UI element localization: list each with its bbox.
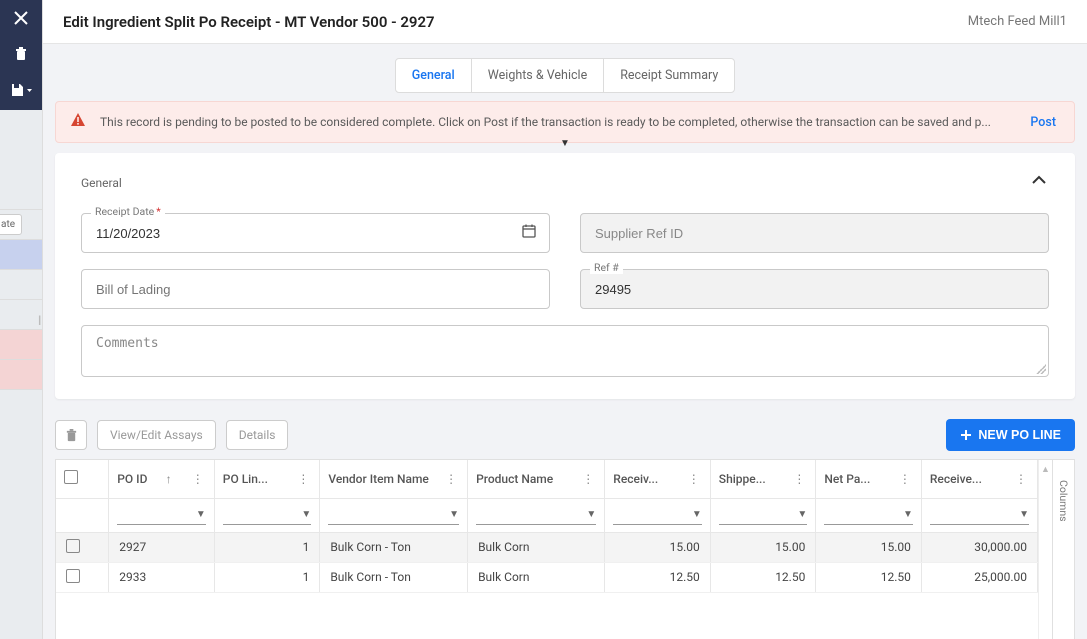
delete-icon[interactable] <box>0 36 42 72</box>
cell-prod: Bulk Corn <box>468 532 605 562</box>
panel-drag-handle[interactable]: || <box>38 313 39 326</box>
filter-vitem[interactable]: ▼ <box>328 505 459 525</box>
table-row[interactable]: 2927 1 Bulk Corn - Ton Bulk Corn 15.00 1… <box>56 532 1038 562</box>
filter-dropdown-icon[interactable]: ▼ <box>1019 509 1029 520</box>
cell-vitem: Bulk Corn - Ton <box>320 562 468 592</box>
cell-vitem: Bulk Corn - Ton <box>320 532 468 562</box>
filter-poid[interactable]: ▼ <box>117 505 206 525</box>
details-button[interactable]: Details <box>226 420 289 450</box>
col-header-net[interactable]: Net Pa... <box>824 472 870 486</box>
tab-general[interactable]: General <box>396 59 472 92</box>
ref-number-label: Ref # <box>590 261 623 274</box>
bill-of-lading-input[interactable] <box>94 281 537 298</box>
mill-label: Mtech Feed Mill1 <box>968 14 1067 29</box>
alert-message: This record is pending to be posted to b… <box>100 115 1016 129</box>
col-menu-icon[interactable]: ⋮ <box>580 472 596 486</box>
cell-recv: 15.00 <box>605 532 711 562</box>
col-header-receive2[interactable]: Receive... <box>930 472 982 486</box>
grid-scrollbar[interactable]: ▲ <box>1038 460 1052 639</box>
select-all-checkbox[interactable] <box>64 470 78 484</box>
filter-ship[interactable]: ▼ <box>719 505 808 525</box>
col-menu-icon[interactable]: ⋮ <box>686 472 702 486</box>
filter-recv[interactable]: ▼ <box>613 505 702 525</box>
tab-receipt-summary[interactable]: Receipt Summary <box>604 59 734 92</box>
col-menu-icon[interactable]: ⋮ <box>791 472 807 486</box>
cell-poline: 1 <box>214 562 320 592</box>
col-menu-icon[interactable]: ⋮ <box>1013 472 1029 486</box>
receipt-date-label: Receipt Date* <box>91 205 165 218</box>
receipt-date-input[interactable] <box>94 225 521 242</box>
col-header-poid[interactable]: PO ID <box>117 472 147 486</box>
panel-collapse-icon[interactable] <box>1029 171 1049 195</box>
col-menu-icon[interactable]: ⋮ <box>897 472 913 486</box>
tab-weights-vehicle[interactable]: Weights & Vehicle <box>472 59 604 92</box>
sort-asc-icon[interactable]: ↑ <box>166 472 172 486</box>
close-icon[interactable] <box>0 0 42 36</box>
delete-row-button[interactable] <box>55 420 87 450</box>
table-row[interactable]: 2933 1 Bulk Corn - Ton Bulk Corn 12.50 1… <box>56 562 1038 592</box>
pending-alert: This record is pending to be posted to b… <box>55 101 1075 143</box>
scroll-up-icon[interactable]: ▲ <box>1041 464 1050 475</box>
columns-side-button[interactable]: Columns <box>1057 480 1070 522</box>
cell-poid: 2933 <box>109 562 215 592</box>
alert-expand-icon[interactable]: ▼ <box>560 138 570 149</box>
cell-recv2: 25,000.00 <box>921 562 1037 592</box>
warning-icon <box>70 112 86 132</box>
col-header-vendor-item[interactable]: Vendor Item Name <box>328 472 429 486</box>
cell-net: 15.00 <box>816 532 922 562</box>
calendar-icon[interactable] <box>521 223 537 243</box>
col-menu-icon[interactable]: ⋮ <box>295 472 311 486</box>
cell-prod: Bulk Corn <box>468 562 605 592</box>
cell-recv: 12.50 <box>605 562 711 592</box>
cell-recv2: 30,000.00 <box>921 532 1037 562</box>
resize-handle-icon[interactable] <box>1036 364 1046 374</box>
cell-ship: 12.50 <box>710 562 816 592</box>
filter-dropdown-icon[interactable]: ▼ <box>301 509 311 520</box>
filter-prod[interactable]: ▼ <box>476 505 596 525</box>
comments-input[interactable] <box>94 334 1036 368</box>
col-header-shipped[interactable]: Shippe... <box>719 472 766 486</box>
post-link[interactable]: Post <box>1030 115 1060 130</box>
filter-poline[interactable]: ▼ <box>223 505 312 525</box>
cell-poid: 2927 <box>109 532 215 562</box>
filter-recv2[interactable]: ▼ <box>930 505 1029 525</box>
general-panel: General Receipt Date* <box>55 153 1075 399</box>
cell-net: 12.50 <box>816 562 922 592</box>
filter-dropdown-icon[interactable]: ▼ <box>449 509 459 520</box>
cell-ship: 15.00 <box>710 532 816 562</box>
col-header-poline[interactable]: PO Lin... <box>223 472 268 486</box>
col-header-received[interactable]: Receiv... <box>613 472 658 486</box>
cell-poline: 1 <box>214 532 320 562</box>
col-menu-icon[interactable]: ⋮ <box>443 472 459 486</box>
filter-dropdown-icon[interactable]: ▼ <box>196 509 206 520</box>
tab-bar: General Weights & Vehicle Receipt Summar… <box>395 58 736 93</box>
new-po-line-label: NEW PO LINE <box>978 428 1061 442</box>
col-menu-icon[interactable]: ⋮ <box>190 472 206 486</box>
page-title: Edit Ingredient Split Po Receipt - MT Ve… <box>63 13 435 31</box>
new-po-line-button[interactable]: NEW PO LINE <box>946 419 1075 451</box>
filter-dropdown-icon[interactable]: ▼ <box>586 509 596 520</box>
ref-number-input[interactable] <box>593 281 1036 298</box>
filter-dropdown-icon[interactable]: ▼ <box>797 509 807 520</box>
panel-title-general: General <box>81 176 122 190</box>
background-ghost <box>0 180 42 580</box>
col-header-product[interactable]: Product Name <box>476 472 553 486</box>
save-icon[interactable] <box>0 72 42 108</box>
supplier-ref-input[interactable] <box>593 225 1036 242</box>
filter-net[interactable]: ▼ <box>824 505 913 525</box>
filter-dropdown-icon[interactable]: ▼ <box>903 509 913 520</box>
filter-dropdown-icon[interactable]: ▼ <box>692 509 702 520</box>
row-checkbox[interactable] <box>66 569 80 583</box>
row-checkbox[interactable] <box>66 539 80 553</box>
view-edit-assays-button[interactable]: View/Edit Assays <box>97 420 216 450</box>
